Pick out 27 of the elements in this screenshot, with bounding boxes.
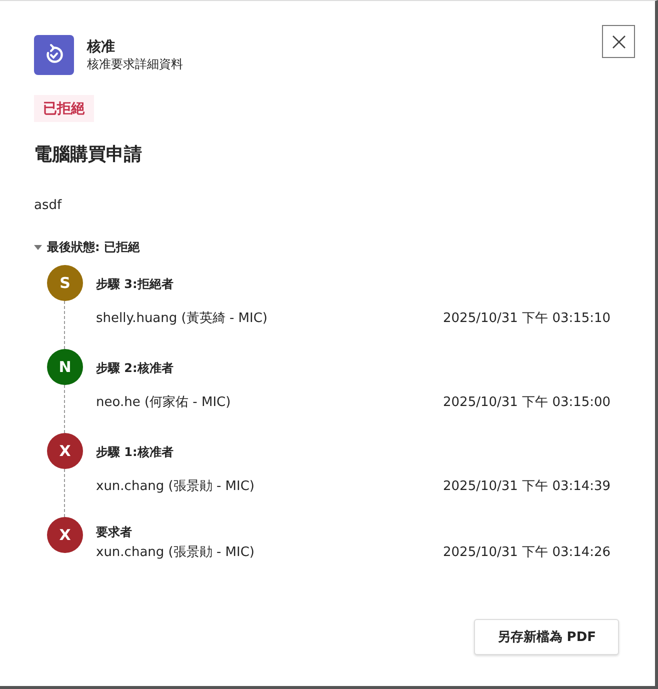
- request-description: asdf: [34, 198, 63, 213]
- person-name: shelly.huang (黃英綺 - MIC): [96, 310, 269, 327]
- dialog-subtitle: 核准要求詳細資料: [87, 56, 183, 73]
- timestamp: 2025/10/31 下午 03:15:10: [443, 310, 612, 327]
- history-toggle[interactable]: 最後狀態: 已拒絕: [34, 239, 140, 256]
- dialog-title: 核准: [87, 38, 116, 56]
- step-label: 要求者: [96, 524, 133, 540]
- step-label: 步驟 2:核准者: [96, 360, 174, 376]
- close-icon: [610, 34, 626, 50]
- step-label: 步驟 3:拒絕者: [96, 276, 174, 292]
- timestamp: 2025/10/31 下午 03:15:00: [443, 394, 612, 411]
- caret-icon: [34, 244, 42, 250]
- avatar: X: [47, 433, 83, 469]
- person-name: xun.chang (張景勛 - MIC): [96, 544, 256, 561]
- refresh-check-icon: [34, 35, 74, 75]
- timestamp: 2025/10/31 下午 03:14:39: [443, 478, 612, 495]
- avatar: X: [47, 517, 83, 553]
- save-pdf-button[interactable]: 另存新檔為 PDF: [474, 619, 619, 655]
- person-name: neo.he (何家佑 - MIC): [96, 394, 232, 411]
- avatar: N: [47, 349, 83, 385]
- close-button[interactable]: [602, 25, 635, 58]
- step-label: 步驟 1:核准者: [96, 444, 174, 460]
- person-name: xun.chang (張景勛 - MIC): [96, 478, 256, 495]
- request-title: 電腦購買申請: [34, 143, 143, 166]
- avatar: S: [47, 265, 83, 301]
- status-badge: 已拒絕: [34, 95, 94, 122]
- timestamp: 2025/10/31 下午 03:14:26: [443, 544, 612, 561]
